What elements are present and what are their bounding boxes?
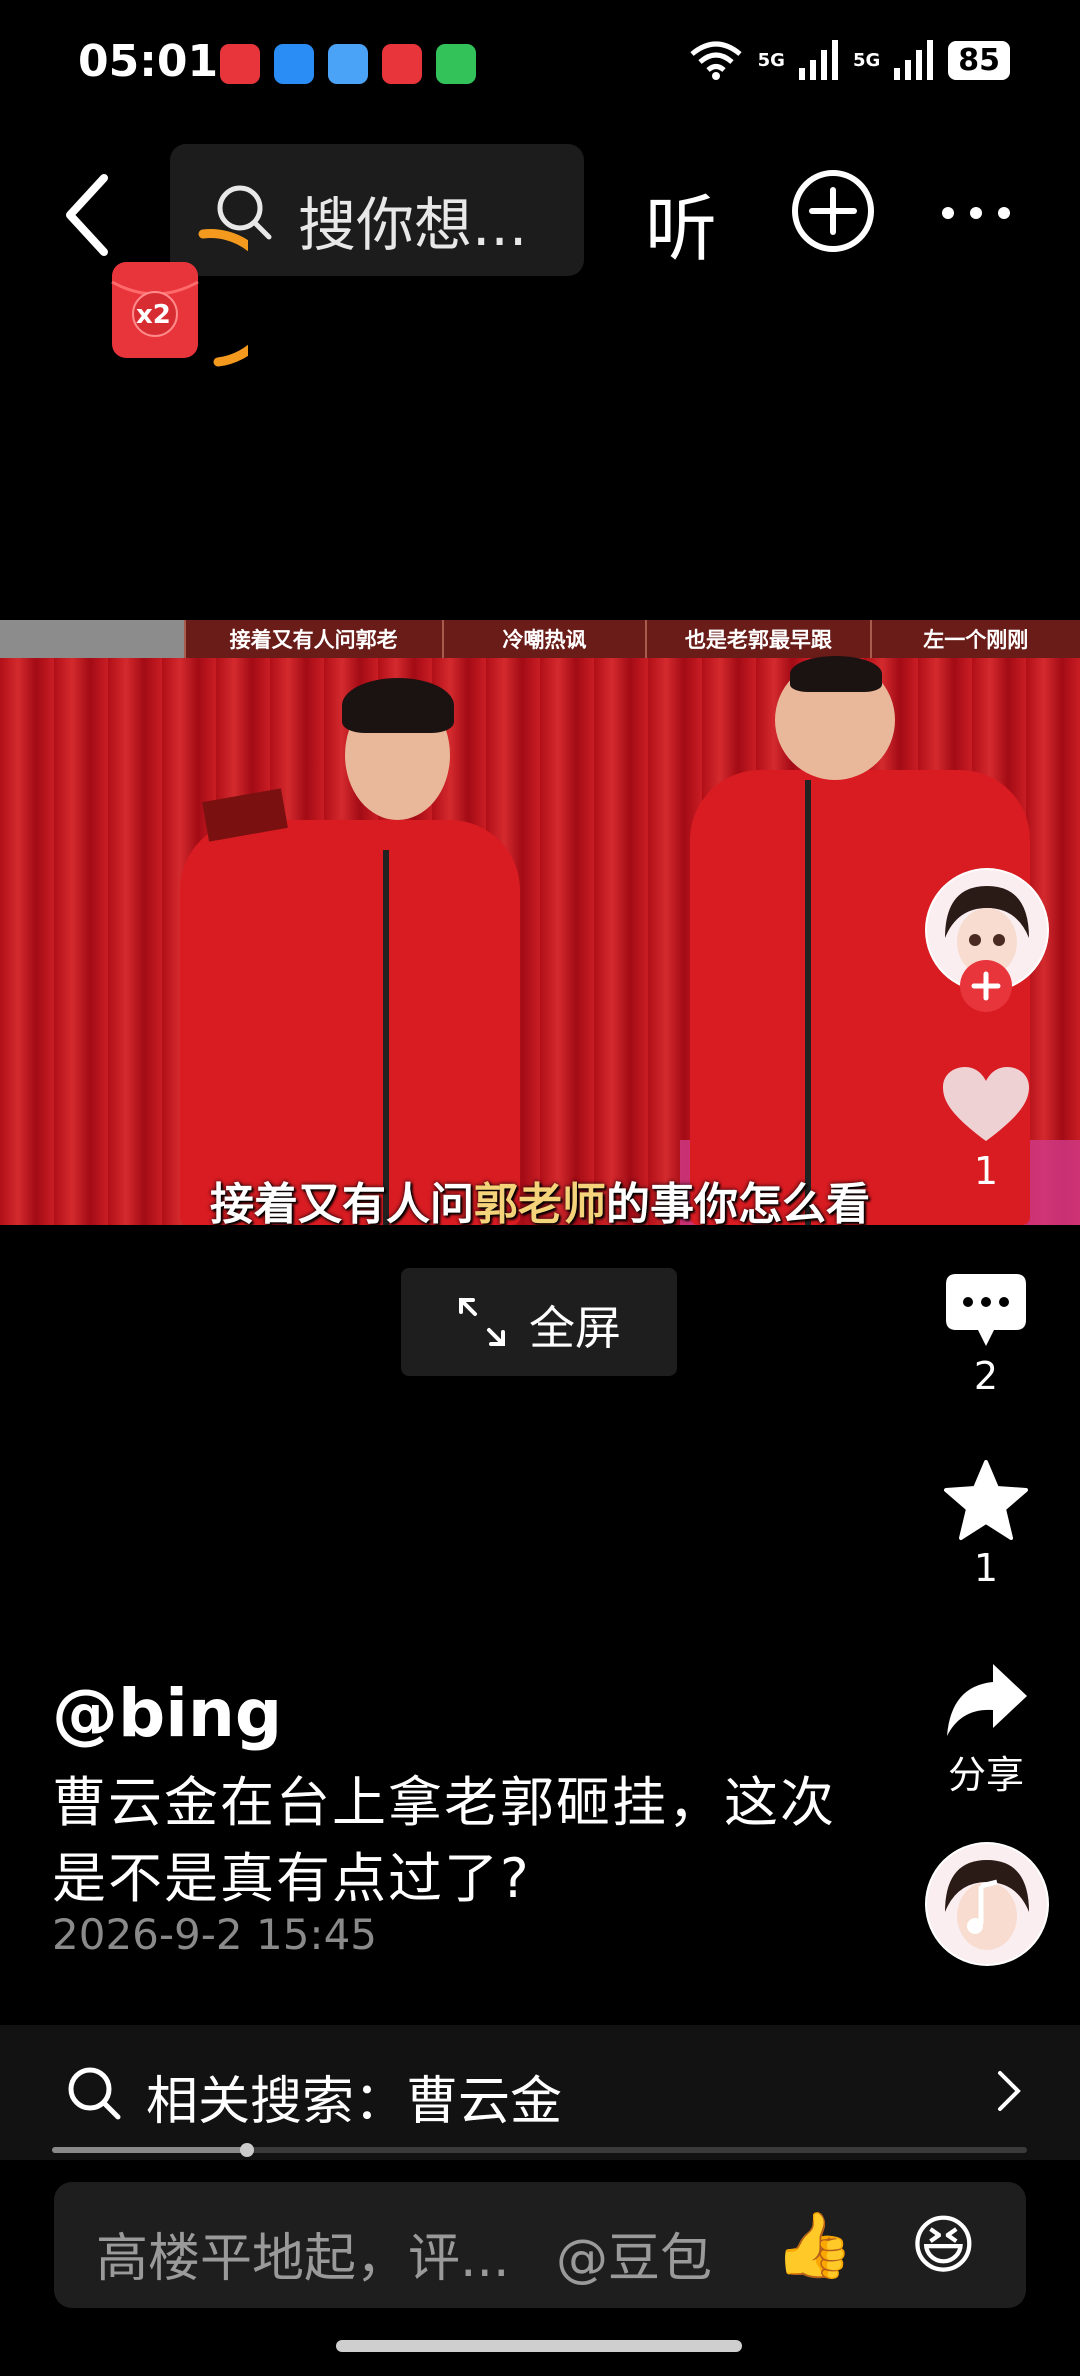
home-indicator[interactable] (336, 2340, 742, 2352)
chapter-segment: 也是老郭最早跟 (645, 620, 869, 658)
subtitle-highlight: 郭老师 (474, 1179, 606, 1225)
app-notification-icon (220, 44, 260, 84)
post-timestamp: 2026-9-2 15:45 (52, 1910, 378, 1959)
comment-input[interactable]: 高楼平地起，评... @豆包 👍 😆 (54, 2182, 1026, 2308)
progress-fill (52, 2147, 247, 2153)
fullscreen-label: 全屏 (529, 1301, 621, 1355)
network-label-1: 5G (757, 49, 785, 71)
more-icon[interactable] (940, 188, 1012, 238)
red-packet-label: x2 (136, 300, 171, 330)
chapter-segment: 左一个刚刚 (869, 620, 1080, 658)
chapter-segment: 接着又有人问郭老 (183, 620, 442, 658)
add-circle-icon[interactable] (790, 168, 876, 254)
related-search-bar[interactable]: 相关搜索：曹云金 (0, 2025, 1080, 2160)
plus-icon (971, 971, 1001, 1001)
microphone-stand (805, 780, 811, 1225)
video-chapter-bar: 接着又有人问郭老 冷嘲热讽 也是老郭最早跟 左一个刚刚 (0, 620, 1080, 658)
performer-right-hair (790, 656, 882, 692)
search-icon (68, 2067, 121, 2120)
system-icons: 5G 5G 85 (688, 40, 1010, 80)
laughing-emoji-icon[interactable]: 😆 (910, 2206, 977, 2286)
red-packet-icon (111, 229, 280, 367)
favorite-count: 1 (973, 1546, 999, 1590)
mention-doubao[interactable]: @豆包 (556, 2216, 712, 2291)
status-bar: 05:01 5G 5G 85 (0, 0, 1080, 130)
progress-knob[interactable] (240, 2143, 254, 2157)
app-notification-icon (382, 44, 422, 84)
comment-placeholder: 高楼平地起，评... (96, 2229, 510, 2289)
app-notification-icon (274, 44, 314, 84)
app-notification-icon (328, 44, 368, 84)
favorite-button[interactable]: 1 (916, 1460, 1056, 1590)
performer-left-hair (342, 678, 454, 733)
chapter-segment: 冷嘲热讽 (441, 620, 646, 658)
share-label: 分享 (947, 1753, 1024, 1797)
status-time: 05:01 (78, 36, 219, 87)
heart-icon (943, 1067, 1029, 1141)
expand-icon (459, 1298, 505, 1346)
share-arrow-icon (947, 1664, 1027, 1736)
fullscreen-button[interactable]: 全屏 (401, 1268, 677, 1376)
notification-app-icons (220, 44, 476, 84)
network-label-2: 5G (852, 49, 881, 71)
red-packet-badge[interactable]: x2 (108, 222, 280, 372)
chevron-right-icon (998, 2071, 1021, 2111)
like-count: 1 (973, 1149, 999, 1193)
author-handle[interactable]: @bing (52, 1675, 282, 1752)
battery-level: 85 (948, 40, 1010, 80)
post-description: 曹云金在台上拿老郭砸挂，这次是不是真有点过了? (52, 1771, 836, 1910)
signal-icon (798, 40, 838, 80)
app-notification-icon (436, 44, 476, 84)
subtitle-text: 的事你怎么看 (606, 1179, 870, 1225)
music-disc-icon (927, 1844, 1047, 1964)
search-placeholder: 搜你想... (298, 191, 528, 259)
performer-left (180, 820, 520, 1225)
follow-plus-icon[interactable] (960, 960, 1012, 1012)
video-progress-bar[interactable] (52, 2143, 1027, 2157)
subtitle-text: 接着又有人问 (210, 1179, 474, 1225)
music-disc-avatar[interactable] (925, 1842, 1049, 1966)
star-icon (944, 1460, 1028, 1540)
chapter-segment (0, 620, 184, 658)
wifi-icon (690, 41, 742, 80)
thumbs-up-icon[interactable]: 👍 (774, 2206, 854, 2286)
comment-button[interactable]: 2 (916, 1272, 1056, 1398)
comment-count: 2 (973, 1354, 999, 1398)
comment-icon (946, 1274, 1026, 1346)
share-button[interactable]: 分享 (916, 1660, 1056, 1799)
signal-icon (894, 40, 934, 80)
like-button[interactable]: 1 (916, 1065, 1056, 1193)
related-search-label: 相关搜索：曹云金 (146, 2072, 563, 2132)
listen-button[interactable]: 听 (645, 170, 717, 275)
